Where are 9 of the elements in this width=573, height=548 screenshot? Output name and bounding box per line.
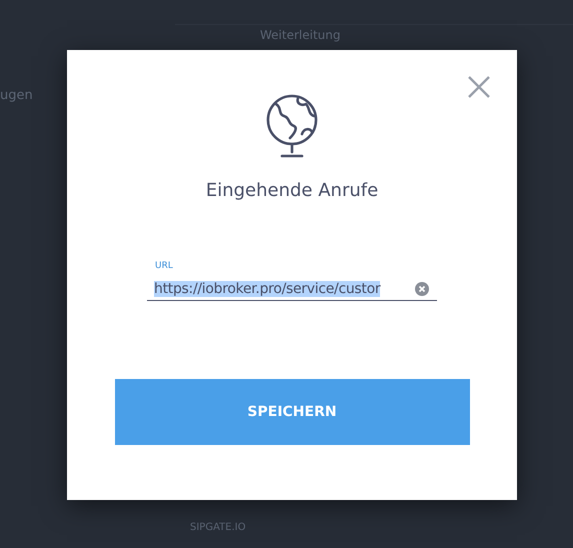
field-label: URL bbox=[155, 261, 173, 271]
save-button[interactable]: SPEICHERN bbox=[114, 379, 470, 445]
dialog-title: Eingehende Anrufe bbox=[206, 180, 378, 201]
clear-icon[interactable] bbox=[415, 282, 429, 296]
section-label: SIPGATE.IO bbox=[190, 522, 246, 533]
globe-icon bbox=[264, 94, 320, 160]
side-label: ugen bbox=[0, 88, 33, 103]
close-icon[interactable] bbox=[468, 76, 490, 98]
section-heading: Weiterleitung bbox=[260, 28, 340, 42]
